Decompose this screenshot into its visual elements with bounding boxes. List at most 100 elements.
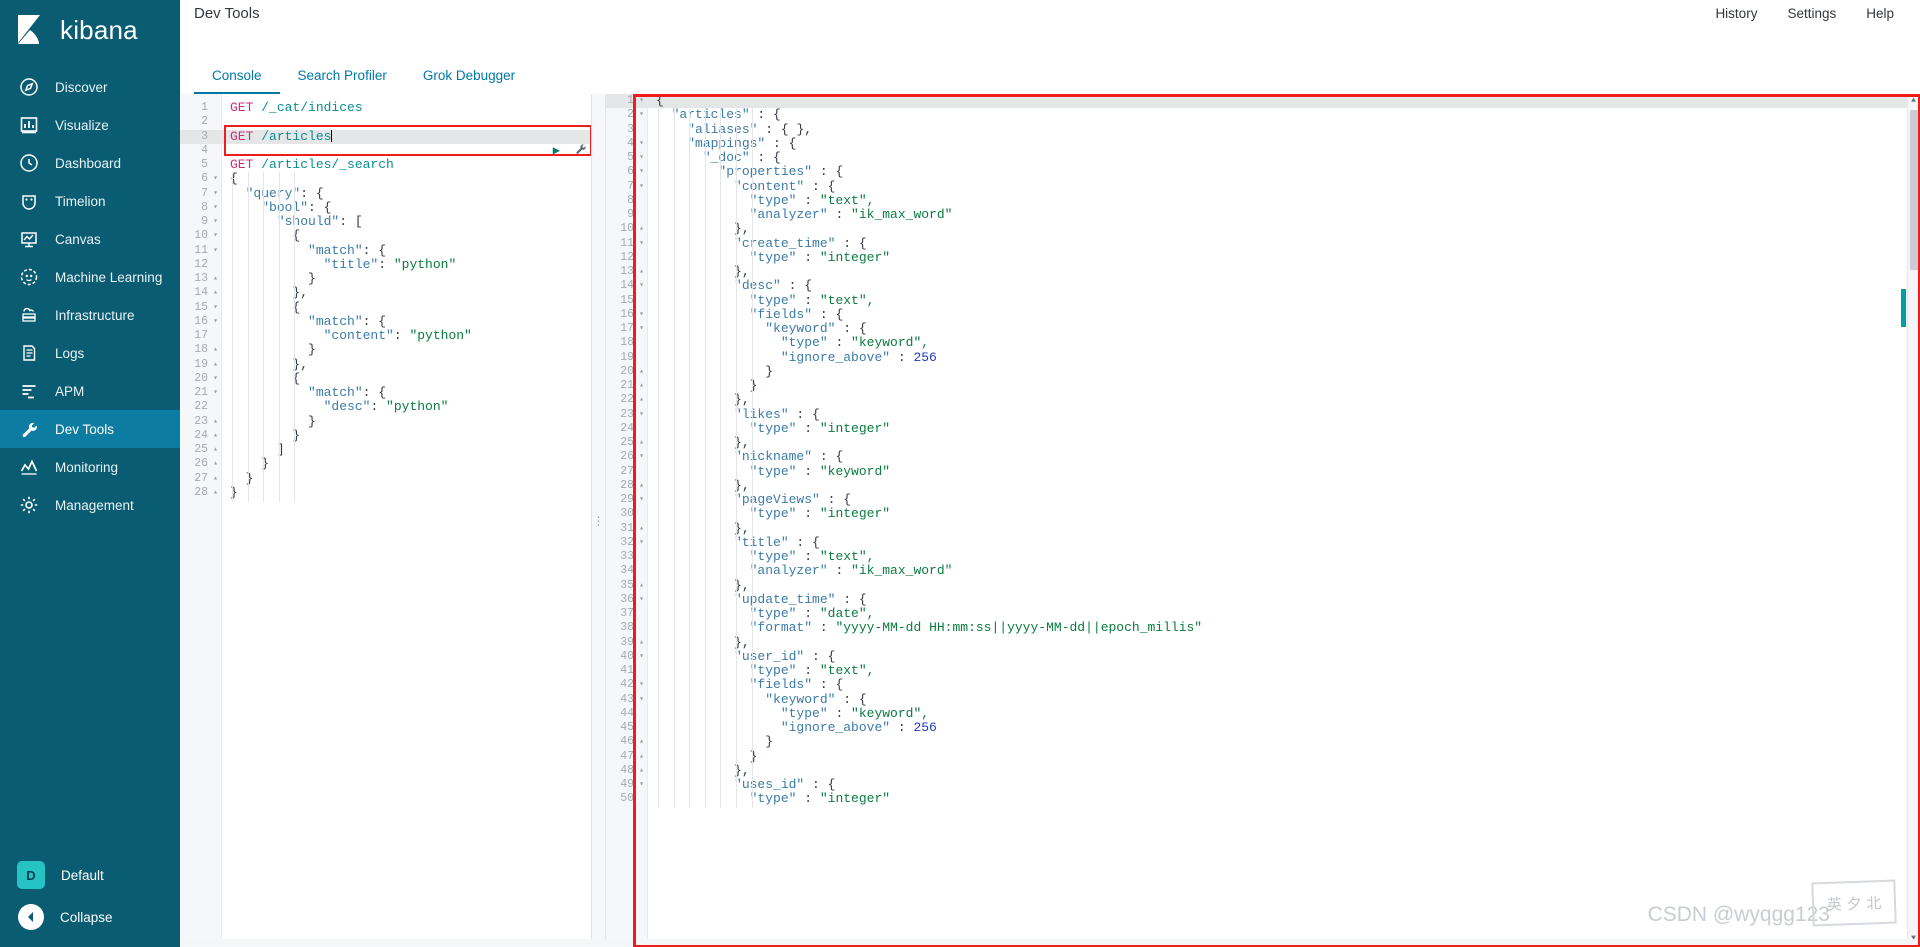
fold-open-icon[interactable]: ▾ [639,778,644,792]
fold-open-icon[interactable]: ▾ [639,308,644,322]
play-icon[interactable]: ▶ [553,145,560,157]
token-punc: : [827,705,852,721]
fold-close-icon[interactable]: ▴ [213,272,218,286]
token-str: "keyword" [819,463,891,479]
fold-close-icon[interactable]: ▴ [639,522,644,536]
scroll-up-arrow-icon[interactable]: ▲ [1908,96,1919,107]
fold-open-icon[interactable]: ▾ [213,386,218,400]
token-key: "type" [749,292,797,308]
fold-open-icon[interactable]: ▾ [213,301,218,315]
kibana-brand[interactable]: kibana [0,0,180,60]
response-scrollbar[interactable]: ▲ ▼ [1907,94,1920,947]
panel-splitter[interactable]: ⋮ [592,94,606,947]
fold-open-icon[interactable]: ▾ [639,108,644,122]
request-editor[interactable]: 1 2 3 4 5 6 ▾ 7 ▾ 8 ▾ 9 ▾ 10 ▾ 11 ▾ 12 13 ▴ 14 ▴ 15 ▾ 16 ▾ 17 18 ▴ 19… [180,94,592,947]
sidebar-collapse-button[interactable]: Collapse [0,897,180,937]
fold-open-icon[interactable]: ▾ [639,180,644,194]
token-key: "should" [276,214,340,229]
sidebar-item-discover[interactable]: Discover [0,68,180,106]
fold-open-icon[interactable]: ▾ [639,650,644,664]
sidebar-item-logs[interactable]: Logs [0,334,180,372]
sidebar-item-space-default[interactable]: D Default [0,853,180,897]
response-scroll-thumb[interactable] [1910,110,1919,270]
code-line: "analyzer" : "ik_max_word" [648,564,1920,578]
fold-open-icon[interactable]: ▾ [639,593,644,607]
fold-close-icon[interactable]: ▴ [213,358,218,372]
fold-close-icon[interactable]: ▴ [639,750,644,764]
token-key: "update_time" [734,591,836,607]
sidebar-item-monitoring[interactable]: Monitoring [0,448,180,486]
sidebar-item-visualize[interactable]: Visualize [0,106,180,144]
fold-open-icon[interactable]: ▾ [639,493,644,507]
fold-open-icon[interactable]: ▾ [213,215,218,229]
fold-open-icon[interactable]: ▾ [213,201,218,215]
fold-close-icon[interactable]: ▴ [213,286,218,300]
tab-console[interactable]: Console [194,68,280,94]
fold-open-icon[interactable]: ▾ [639,151,644,165]
fold-open-icon[interactable]: ▾ [639,693,644,707]
request-code-area[interactable]: GET /_cat/indices GET /articles ▶ GET /arti… [222,94,591,947]
sidebar-item-infrastructure[interactable]: Infrastructure [0,296,180,334]
fold-open-icon[interactable]: ▾ [639,279,644,293]
fold-close-icon[interactable]: ▴ [213,457,218,471]
fold-open-icon[interactable]: ▾ [639,408,644,422]
tab-search-profiler[interactable]: Search Profiler [280,68,405,94]
sidebar-item-machine-learning[interactable]: Machine Learning [0,258,180,296]
header-link-history[interactable]: History [1715,6,1757,21]
sidebar-item-management[interactable]: Management [0,486,180,524]
fold-close-icon[interactable]: ▴ [639,735,644,749]
fold-close-icon[interactable]: ▴ [639,379,644,393]
code-line: } [648,378,1920,393]
line-number: 45 [620,721,634,734]
fold-close-icon[interactable]: ▴ [639,222,644,236]
token-punc: : [796,249,820,265]
sidebar-item-label: Discover [55,79,108,95]
header-link-settings[interactable]: Settings [1787,6,1836,21]
fold-close-icon[interactable]: ▴ [639,479,644,493]
code-line: "type" : "text", [648,193,1920,208]
fold-open-icon[interactable]: ▾ [213,372,218,386]
fold-close-icon[interactable]: ▴ [639,436,644,450]
fold-open-icon[interactable]: ▾ [213,315,218,329]
token-punc: : [362,242,379,258]
sidebar-item-canvas[interactable]: Canvas [0,220,180,258]
fold-open-icon[interactable]: ▾ [639,94,644,108]
fold-open-icon[interactable]: ▾ [639,137,644,151]
fold-close-icon[interactable]: ▴ [639,265,644,279]
fold-close-icon[interactable]: ▴ [213,486,218,500]
sidebar-item-label: Machine Learning [55,269,163,285]
fold-close-icon[interactable]: ▴ [639,393,644,407]
fold-close-icon[interactable]: ▴ [213,429,218,443]
fold-open-icon[interactable]: ▾ [639,237,644,251]
fold-close-icon[interactable]: ▴ [639,636,644,650]
fold-open-icon[interactable]: ▾ [639,536,644,550]
fold-close-icon[interactable]: ▴ [639,365,644,379]
fold-open-icon[interactable]: ▾ [213,244,218,258]
line-number: 16 ▾ [620,307,644,322]
fold-open-icon[interactable]: ▾ [639,165,644,179]
sidebar-item-dev-tools[interactable]: Dev Tools [0,410,180,448]
fold-close-icon[interactable]: ▴ [213,472,218,486]
fold-close-icon[interactable]: ▴ [639,579,644,593]
fold-close-icon[interactable]: ▴ [213,343,218,357]
token-key: "type" [749,791,797,807]
compass-icon [18,77,39,98]
wrench-icon[interactable] [574,142,587,159]
sidebar-item-timelion[interactable]: Timelion [0,182,180,220]
fold-open-icon[interactable]: ▾ [639,678,644,692]
sidebar-item-apm[interactable]: APM [0,372,180,410]
sidebar-item-dashboard[interactable]: Dashboard [0,144,180,182]
fold-close-icon[interactable]: ▴ [213,415,218,429]
fold-open-icon[interactable]: ▾ [213,187,218,201]
fold-open-icon[interactable]: ▾ [213,229,218,243]
fold-open-icon[interactable]: ▾ [213,172,218,186]
fold-open-icon[interactable]: ▾ [639,450,644,464]
fold-open-icon[interactable]: ▾ [639,322,644,336]
token-punc: : [370,399,387,415]
response-editor[interactable]: 1 ▾ 2 ▾ 3 4 ▾ 5 ▾ 6 ▾ 7 ▾ 8 9 10 ▴ 11 ▾ 12 13 ▴ 14 ▾ 15 16 ▾ 17 ▾ 18 1… [606,94,1920,947]
header-link-help[interactable]: Help [1866,6,1894,21]
fold-close-icon[interactable]: ▴ [213,443,218,457]
tab-grok-debugger[interactable]: Grok Debugger [405,68,533,94]
fold-close-icon[interactable]: ▴ [639,764,644,778]
